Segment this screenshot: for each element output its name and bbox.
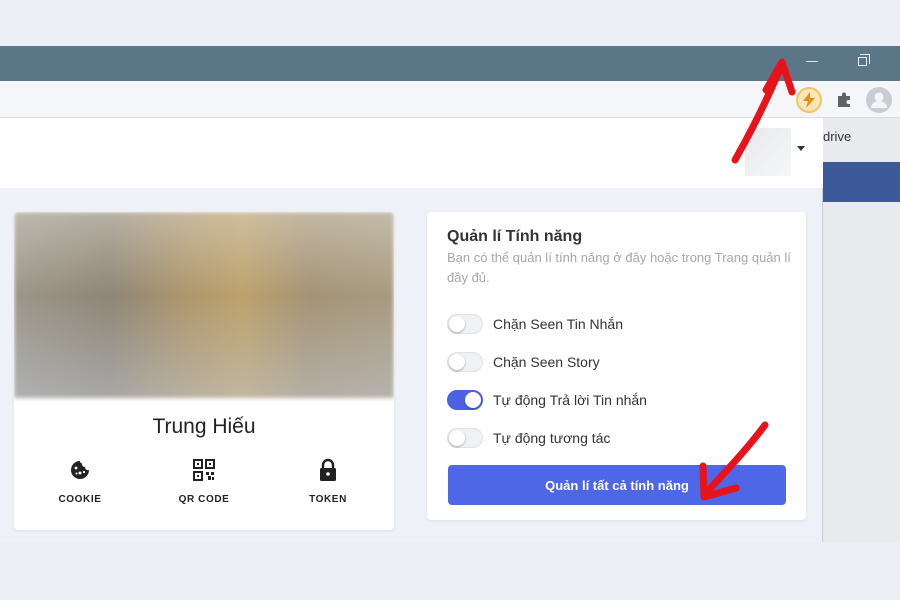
window-titlebar: —: [0, 46, 900, 81]
page-header-bar: [823, 162, 900, 202]
toggle-switch[interactable]: [447, 352, 483, 372]
qr-code-button[interactable]: QR CODE: [154, 458, 254, 505]
popup-header: [0, 118, 823, 188]
toggle-row-block-seen-story[interactable]: Chặn Seen Story: [447, 351, 600, 373]
toggle-label: Chặn Seen Story: [493, 354, 600, 370]
restore-button[interactable]: [839, 46, 885, 76]
toggle-row-auto-reply[interactable]: Tự động Trả lời Tin nhắn: [447, 389, 647, 411]
profile-avatar-icon[interactable]: [866, 87, 892, 113]
token-label: TOKEN: [309, 494, 347, 505]
browser-toolbar: [0, 81, 900, 118]
lock-icon: [278, 458, 378, 482]
toggle-label: Tự động tương tác: [493, 430, 611, 446]
features-title: Quản lí Tính năng: [447, 228, 583, 245]
features-card: Quản lí Tính năng Bạn có thể quản lí tín…: [427, 212, 806, 520]
toggle-label: Tự động Trả lời Tin nhắn: [493, 392, 647, 408]
profile-card: Trung Hiếu COOKIE QR CODE TOKEN: [14, 212, 394, 530]
toggle-row-block-seen-messages[interactable]: Chặn Seen Tin Nhắn: [447, 313, 623, 335]
toggle-switch[interactable]: [447, 428, 483, 448]
toggle-label: Chặn Seen Tin Nhắn: [493, 316, 623, 332]
cookie-label: COOKIE: [58, 494, 102, 505]
qr-code-icon: [154, 458, 254, 482]
cookie-icon: [30, 458, 130, 482]
lightning-extension-icon[interactable]: [796, 87, 822, 113]
manage-all-features-button[interactable]: Quản lí tất cả tính năng: [448, 465, 786, 505]
toggle-switch[interactable]: [447, 314, 483, 334]
features-description: Bạn có thể quản lí tính năng ở đây hoặc …: [447, 250, 791, 285]
puzzle-icon[interactable]: [831, 87, 857, 113]
minimize-icon: —: [805, 53, 819, 69]
chevron-down-icon[interactable]: [797, 146, 805, 151]
restore-icon: [857, 53, 870, 66]
toggle-row-auto-interact[interactable]: Tự động tương tác: [447, 427, 610, 449]
extension-popup: Trung Hiếu COOKIE QR CODE TOKEN Quản lí …: [0, 118, 823, 542]
profile-name: Trung Hiếu: [152, 415, 256, 438]
minimize-button[interactable]: —: [789, 46, 835, 76]
cover-photo: [14, 212, 394, 398]
bookmark-item-drive[interactable]: drive: [823, 129, 851, 144]
token-button[interactable]: TOKEN: [278, 458, 378, 505]
cookie-button[interactable]: COOKIE: [30, 458, 130, 505]
toggle-switch[interactable]: [447, 390, 483, 410]
qr-code-label: QR CODE: [178, 494, 230, 505]
account-avatar[interactable]: [745, 128, 791, 176]
